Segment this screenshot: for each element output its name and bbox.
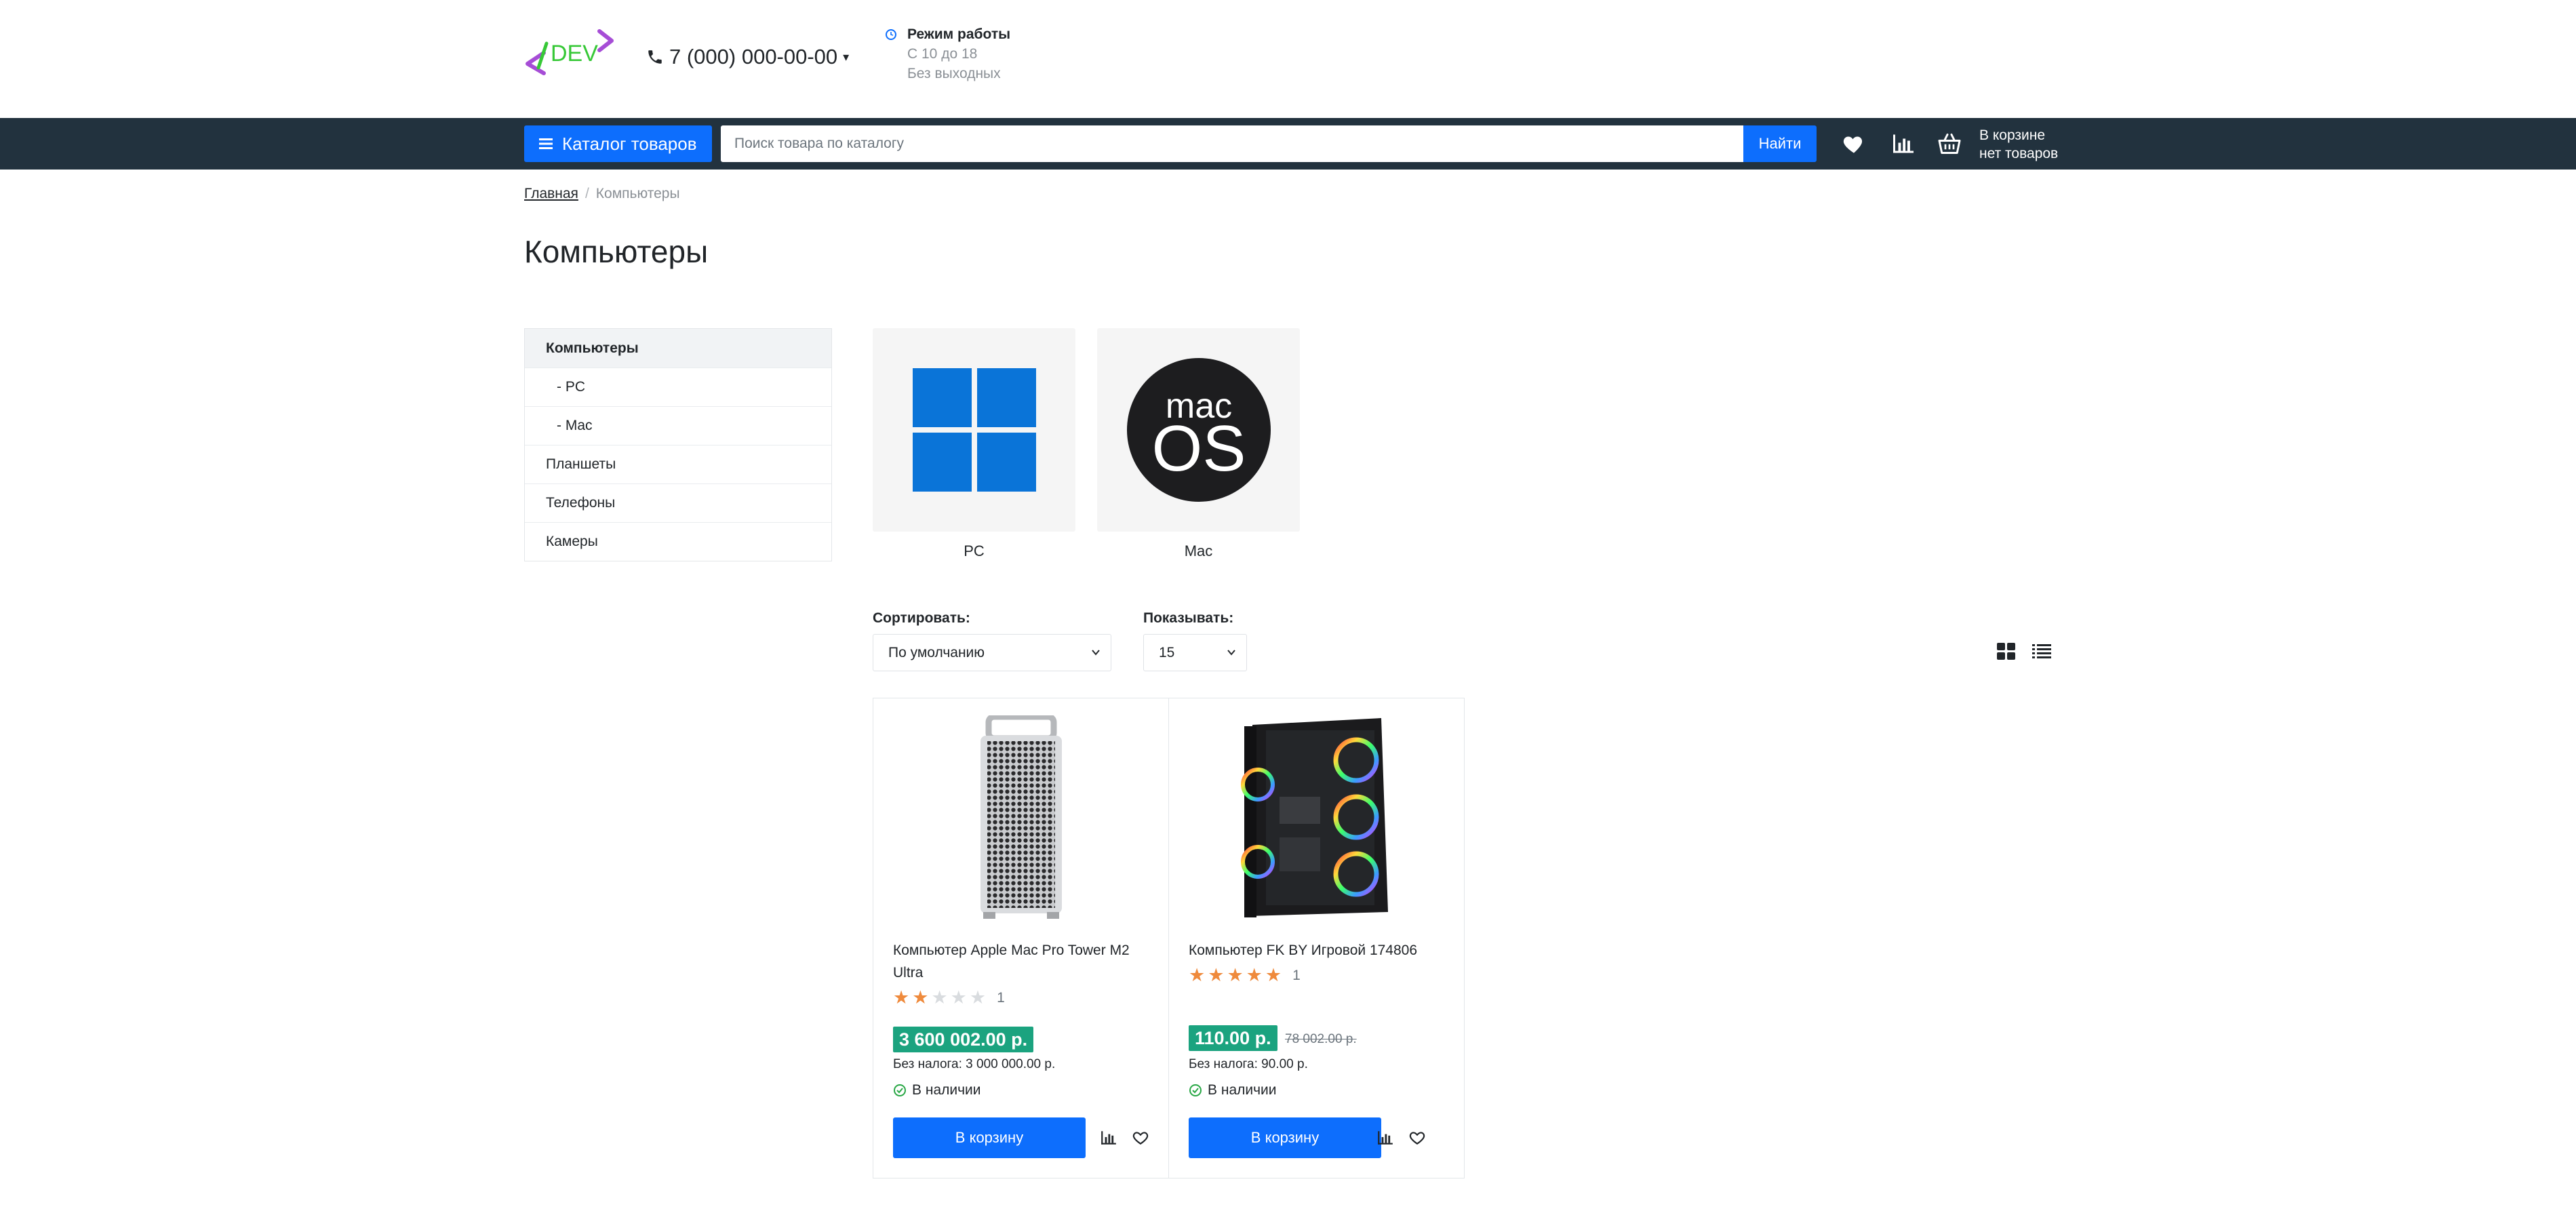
site-header: DEV 7 (000) 000-00-00 ▾ Режим работы С 1…	[0, 0, 2576, 118]
cart-line: нет товаров	[1979, 146, 2059, 161]
subcategory-image[interactable]	[873, 328, 1075, 532]
product-name[interactable]: Компьютер Apple Mac Pro Tower M2 Ultra	[893, 939, 1151, 984]
logo-text: DEV	[551, 41, 598, 66]
star-icon: ★	[969, 987, 987, 1008]
price-badge: 3 600 002.00 р.	[893, 1027, 1034, 1052]
search-button[interactable]: Найти	[1743, 125, 1817, 162]
list-view-icon[interactable]	[2032, 643, 2051, 660]
chevron-down-icon	[1092, 650, 1100, 656]
price-without-tax: Без налога: 3 000 000.00 р.	[893, 1057, 1056, 1071]
hours-title: Режим работы	[907, 26, 1011, 42]
product-image[interactable]	[1189, 715, 1444, 920]
sort-select[interactable]: По умолчанию	[873, 634, 1111, 671]
stock-status: В наличии	[1189, 1082, 1277, 1098]
check-circle-icon	[894, 1084, 906, 1096]
sidebar-item-pc[interactable]: - PC	[525, 368, 831, 406]
star-icon: ★	[931, 987, 948, 1008]
product-name[interactable]: Компьютер FK BY Игровой 174806	[1189, 939, 1446, 962]
review-count: 1	[1292, 967, 1301, 983]
windows-logo-icon	[912, 368, 1036, 492]
phone-dropdown[interactable]: 7 (000) 000-00-00 ▾	[646, 43, 849, 71]
search-input[interactable]	[721, 125, 1743, 162]
star-icon: ★	[1265, 965, 1282, 985]
grid-view-icon[interactable]	[1997, 643, 2016, 660]
price-without-tax: Без налога: 90.00 р.	[1189, 1057, 1308, 1071]
sidebar-item-tablets[interactable]: Планшеты	[525, 445, 831, 483]
menu-icon	[539, 138, 553, 149]
sidebar-item-computers[interactable]: Компьютеры	[525, 329, 831, 368]
chevron-down-icon: ▾	[843, 49, 850, 64]
star-icon: ★	[950, 987, 967, 1008]
breadcrumb: Главная / Компьютеры	[524, 186, 680, 202]
sidebar-item-cameras[interactable]: Камеры	[525, 522, 831, 561]
check-circle-icon	[1189, 1084, 1202, 1096]
stock-label: В наличии	[912, 1082, 981, 1098]
cart-summary[interactable]: В корзине нет товаров	[1979, 126, 2058, 163]
star-icon: ★	[912, 987, 929, 1008]
breadcrumb-current: Компьютеры	[595, 186, 680, 201]
sort-value: По умолчанию	[888, 644, 985, 660]
work-hours: Режим работы С 10 до 18 Без выходных	[885, 26, 1010, 84]
cart-line: В корзине	[1979, 127, 2046, 143]
star-icon: ★	[1189, 965, 1206, 985]
star-icon: ★	[1246, 965, 1263, 985]
per-page-value: 15	[1159, 644, 1175, 660]
phone-number: 7 (000) 000-00-00	[669, 45, 838, 68]
clock-icon	[886, 29, 896, 40]
macos-logo-text: OS	[1151, 412, 1246, 485]
category-sidebar: Компьютеры - PC - Mac Планшеты Телефоны …	[524, 328, 832, 561]
mac-pro-tower-image	[980, 715, 1062, 919]
add-to-cart-button[interactable]: В корзину	[1189, 1117, 1381, 1158]
catalog-button[interactable]: Каталог товаров	[524, 125, 712, 162]
compare-icon[interactable]	[1100, 1129, 1117, 1147]
subcategory-card-pc[interactable]: PC	[873, 328, 1075, 560]
rating: ★ ★ ★ ★ ★ 1	[1189, 966, 1301, 985]
subcategory-label[interactable]: PC	[873, 542, 1075, 560]
heart-icon[interactable]	[1132, 1129, 1149, 1147]
macos-logo-icon: mac OS	[1126, 358, 1271, 502]
cart-icon[interactable]	[1937, 132, 1962, 156]
gaming-pc-image	[1241, 718, 1388, 917]
sort-label: Сортировать:	[873, 610, 970, 626]
heart-icon[interactable]	[1408, 1129, 1426, 1147]
phone-icon	[648, 50, 662, 64]
page-title: Компьютеры	[524, 234, 709, 269]
star-icon: ★	[1208, 965, 1225, 985]
product-card: Компьютер FK BY Игровой 174806 ★ ★ ★ ★ ★…	[1168, 698, 1465, 1178]
star-icon: ★	[893, 987, 910, 1008]
stock-label: В наличии	[1208, 1082, 1277, 1098]
sidebar-item-mac[interactable]: - Mac	[525, 406, 831, 445]
stock-status: В наличии	[893, 1082, 981, 1098]
catalog-label: Каталог товаров	[562, 133, 697, 154]
subcategory-card-mac[interactable]: mac OS Mac	[1097, 328, 1300, 560]
breadcrumb-separator: /	[584, 186, 589, 201]
heart-icon[interactable]	[1842, 132, 1866, 156]
hours-line: С 10 до 18	[907, 46, 978, 62]
add-to-cart-button[interactable]: В корзину	[893, 1117, 1086, 1158]
product-image[interactable]	[894, 715, 1149, 920]
hours-line: Без выходных	[907, 66, 1001, 81]
sidebar-item-phones[interactable]: Телефоны	[525, 483, 831, 522]
show-label: Показывать:	[1143, 610, 1234, 626]
subcategory-label[interactable]: Mac	[1097, 542, 1300, 560]
breadcrumb-home-link[interactable]: Главная	[524, 186, 578, 202]
rating: ★ ★ ★ ★ ★ 1	[893, 989, 1005, 1007]
star-icon: ★	[1227, 965, 1244, 985]
old-price: 78 002.00 р.	[1285, 1032, 1357, 1046]
per-page-select[interactable]: 15	[1143, 634, 1247, 671]
chevron-down-icon	[1227, 650, 1235, 656]
subcategory-image[interactable]: mac OS	[1097, 328, 1300, 532]
price-badge: 110.00 р.	[1189, 1025, 1277, 1051]
review-count: 1	[997, 989, 1005, 1006]
compare-icon[interactable]	[1891, 132, 1916, 156]
compare-icon[interactable]	[1376, 1129, 1394, 1147]
product-card: Компьютер Apple Mac Pro Tower M2 Ultra ★…	[873, 698, 1169, 1178]
main-navbar: Каталог товаров Найти В корзине нет това…	[0, 118, 2576, 170]
logo[interactable]: DEV	[523, 28, 616, 80]
